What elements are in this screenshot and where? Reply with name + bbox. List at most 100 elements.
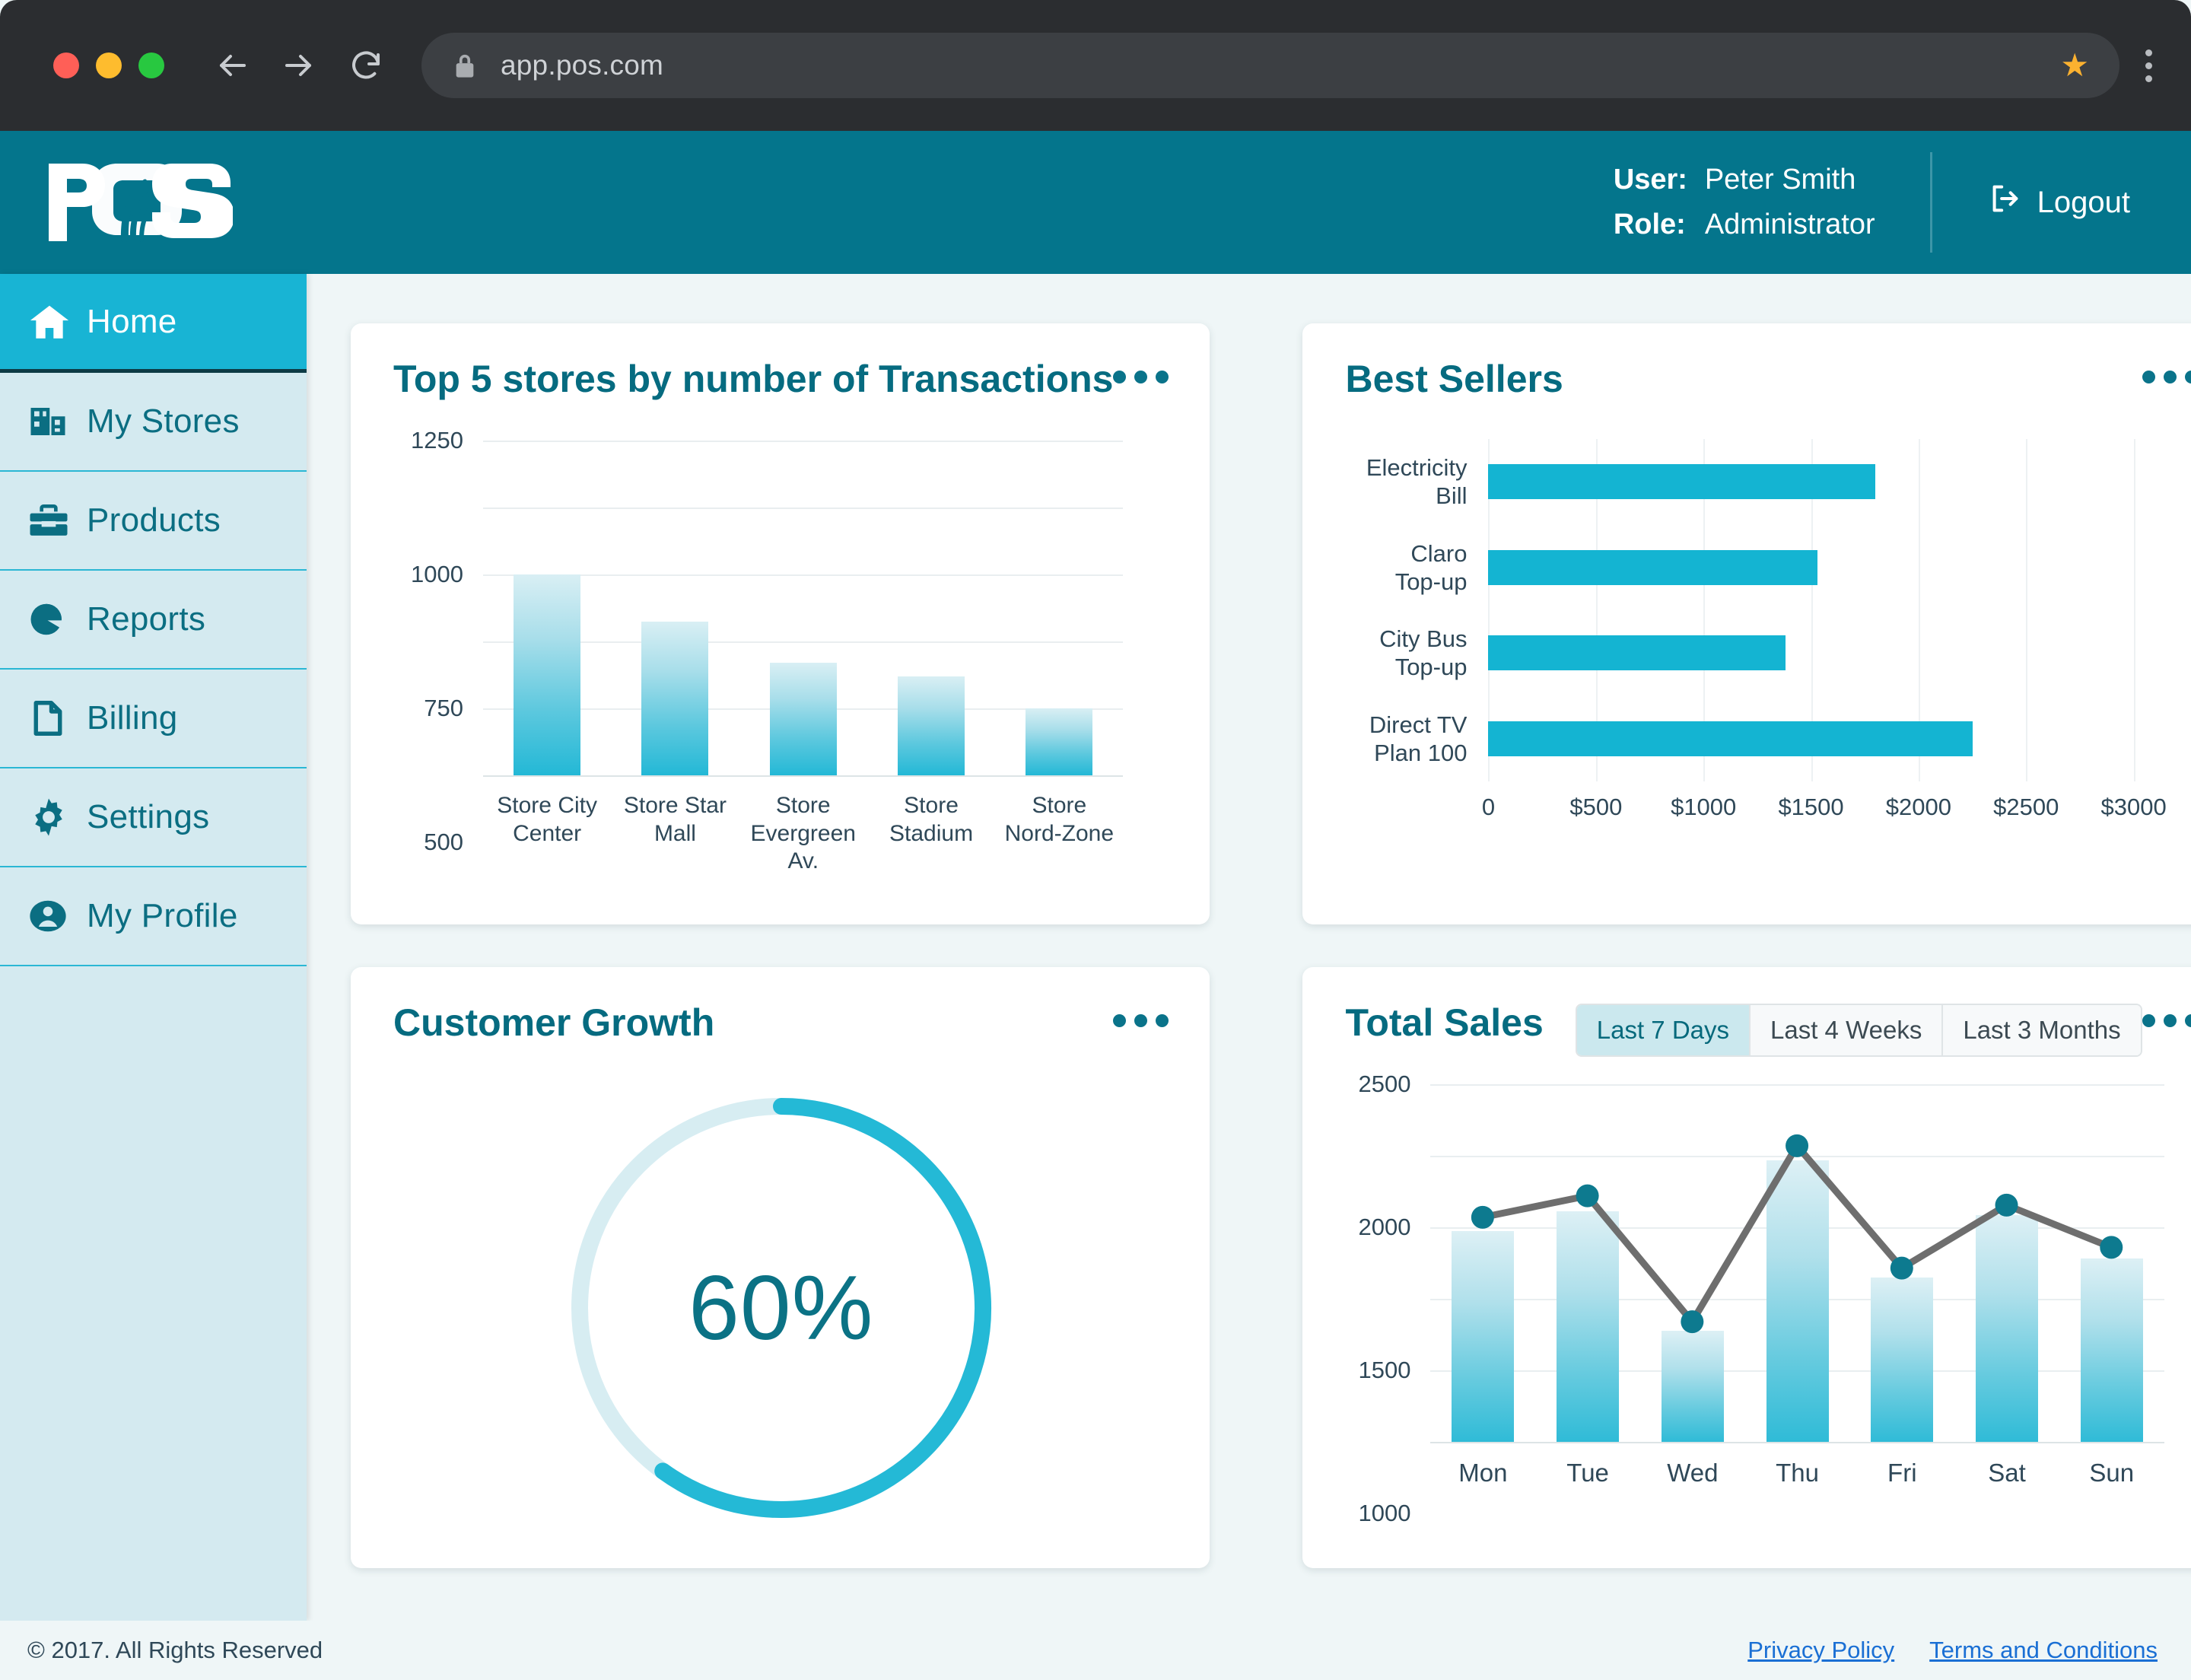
chart-plot-area: 25002000150010005000 [1359, 1071, 2164, 1669]
y-axis-tick-label: Electricity Bill [1366, 454, 1468, 510]
chart-total-sales: 25002000150010005000 MonTueWedThuFriSatS… [1345, 1071, 2191, 1669]
bar[interactable] [1488, 635, 1786, 671]
chart-plot-area: 125010007505002500 [411, 427, 1124, 1123]
building-icon [27, 401, 87, 442]
user-label: User: [1613, 164, 1687, 196]
x-axis-tick-label: $2000 [1885, 794, 1952, 820]
y-axis-tick-label: 1500 [1358, 1357, 1411, 1383]
x-axis-tick-label: 0 [1481, 794, 1496, 820]
bar[interactable] [1026, 708, 1093, 775]
browser-toolbar: app.pos.com ★ [0, 0, 2191, 131]
y-axis-tick-label: City Bus Top-up [1379, 625, 1468, 681]
sidebar-item-reports[interactable]: Reports [0, 571, 307, 670]
bar[interactable] [641, 621, 709, 775]
x-axis-tick-label: Sat [1988, 1459, 2026, 1487]
bar[interactable] [514, 574, 581, 775]
y-axis-tick-label: 500 [424, 829, 463, 855]
data-point-marker[interactable] [2100, 1236, 2123, 1259]
data-point-marker[interactable] [1576, 1184, 1600, 1208]
close-window-button[interactable] [53, 52, 79, 78]
lock-icon [452, 51, 478, 80]
role-label: Role: [1613, 208, 1686, 240]
minimize-window-button[interactable] [96, 52, 122, 78]
reload-icon[interactable] [345, 45, 386, 86]
sidebar-item-my-stores[interactable]: My Stores [0, 373, 307, 472]
card-title: Total Sales [1345, 1001, 1544, 1044]
x-axis-labels: Mon Tue Wed Thu Fri Sat Sun [1430, 1459, 2164, 1488]
more-options-icon[interactable] [2142, 357, 2191, 396]
x-axis-tick-label: Tue [1566, 1459, 1609, 1487]
data-point-marker[interactable] [1786, 1134, 1809, 1157]
card-header: Top 5 stores by number of Transactions [393, 357, 1169, 401]
sidebar-item-home[interactable]: Home [0, 274, 307, 373]
pie-chart-icon [27, 599, 87, 640]
gear-icon [27, 796, 87, 838]
sidebar-item-label: My Profile [87, 897, 238, 934]
bar-slot [611, 441, 739, 775]
sidebar-item-billing[interactable]: Billing [0, 670, 307, 768]
data-point-marker[interactable] [1471, 1205, 1495, 1229]
browser-navigation [211, 45, 386, 86]
header-divider [1929, 152, 1932, 253]
trend-line [1479, 1142, 2116, 1325]
data-point-marker[interactable] [1995, 1193, 2019, 1217]
dashboard-main: Top 5 stores by number of Transactions 1… [307, 274, 2191, 1669]
maximize-window-button[interactable] [138, 52, 164, 78]
star-icon[interactable]: ★ [2060, 49, 2089, 81]
chart-customer-growth: 60% [393, 1064, 1169, 1551]
card-header: Customer Growth [393, 1001, 1169, 1045]
home-icon [27, 300, 87, 344]
chart-best-sellers: Electricity Bill Claro Top-up City Bus Top-up… [1345, 431, 2191, 858]
app-header: User: Peter Smith Role: Administrator Lo… [0, 131, 2191, 274]
address-bar[interactable]: app.pos.com ★ [421, 33, 2119, 98]
gridline [2133, 439, 2135, 781]
bar-row: City Bus Top-up [1379, 610, 2133, 696]
range-last-4-weeks[interactable]: Last 4 Weeks [1751, 1005, 1944, 1055]
data-point-marker[interactable] [1890, 1256, 1914, 1280]
pos-logo[interactable] [44, 158, 233, 247]
x-axis-tick-label: Sun [2089, 1459, 2135, 1487]
card-best-sellers: Best Sellers Electricity Bill Claro Top-up C… [1302, 323, 2191, 924]
role-row: Role: Administrator [1614, 208, 1875, 241]
bar-row: Direct TV Plan 100 [1369, 696, 2133, 782]
x-axis-labels: Store City Center Store Star Mall Store Everg… [483, 792, 1123, 876]
user-info: User: Peter Smith Role: Administrator [1614, 164, 1875, 241]
sidebar-item-label: Home [87, 302, 177, 340]
logout-button[interactable]: Logout [1987, 181, 2130, 224]
donut-gauge: 60% [561, 1087, 1002, 1529]
kebab-menu-icon[interactable] [2145, 49, 2152, 82]
range-last-7-days[interactable]: Last 7 Days [1576, 1005, 1751, 1055]
gridline: 0 [1430, 1442, 2164, 1443]
copyright-text: © 2017. All Rights Reserved [27, 1637, 323, 1663]
sidebar-item-label: Products [87, 501, 221, 539]
bar[interactable] [898, 676, 965, 775]
y-axis-tick-label: 1000 [1358, 1500, 1411, 1526]
card-title: Customer Growth [393, 1001, 715, 1044]
y-axis-tick-label: Claro Top-up [1394, 539, 1468, 595]
privacy-policy-link[interactable]: Privacy Policy [1747, 1637, 1894, 1664]
x-axis-tick-label: $2500 [1993, 794, 2059, 820]
sidebar-item-my-profile[interactable]: My Profile [0, 867, 307, 966]
bar[interactable] [769, 663, 837, 775]
more-options-icon[interactable] [1113, 357, 1169, 396]
arrow-left-icon[interactable] [211, 45, 253, 86]
arrow-right-icon[interactable] [278, 45, 320, 86]
more-options-icon[interactable] [1113, 1001, 1169, 1040]
user-value: Peter Smith [1704, 164, 1856, 196]
terms-and-conditions-link[interactable]: Terms and Conditions [1929, 1637, 2158, 1664]
sidebar-item-settings[interactable]: Settings [0, 768, 307, 867]
x-axis-tick-label: Wed [1667, 1459, 1719, 1487]
sidebar-item-products[interactable]: Products [0, 472, 307, 571]
sidebar: Home My Stores Products Reports Billing [0, 274, 307, 1621]
bar[interactable] [1488, 464, 1876, 500]
x-axis-tick-label: Store Nord-Zone [1004, 793, 1115, 846]
data-point-marker[interactable] [1681, 1310, 1704, 1334]
chart-top-stores: 125010007505002500 Store CityCenterStore… [393, 427, 1169, 1123]
more-options-icon[interactable] [2142, 1001, 2191, 1040]
range-last-3-months[interactable]: Last 3 Months [1943, 1005, 2141, 1055]
donut-percent-label: 60% [688, 1257, 874, 1359]
card-top-stores: Top 5 stores by number of Transactions 1… [351, 323, 1210, 1123]
bar-slot [739, 441, 867, 775]
bar[interactable] [1488, 549, 1818, 585]
bar[interactable] [1488, 721, 1973, 756]
